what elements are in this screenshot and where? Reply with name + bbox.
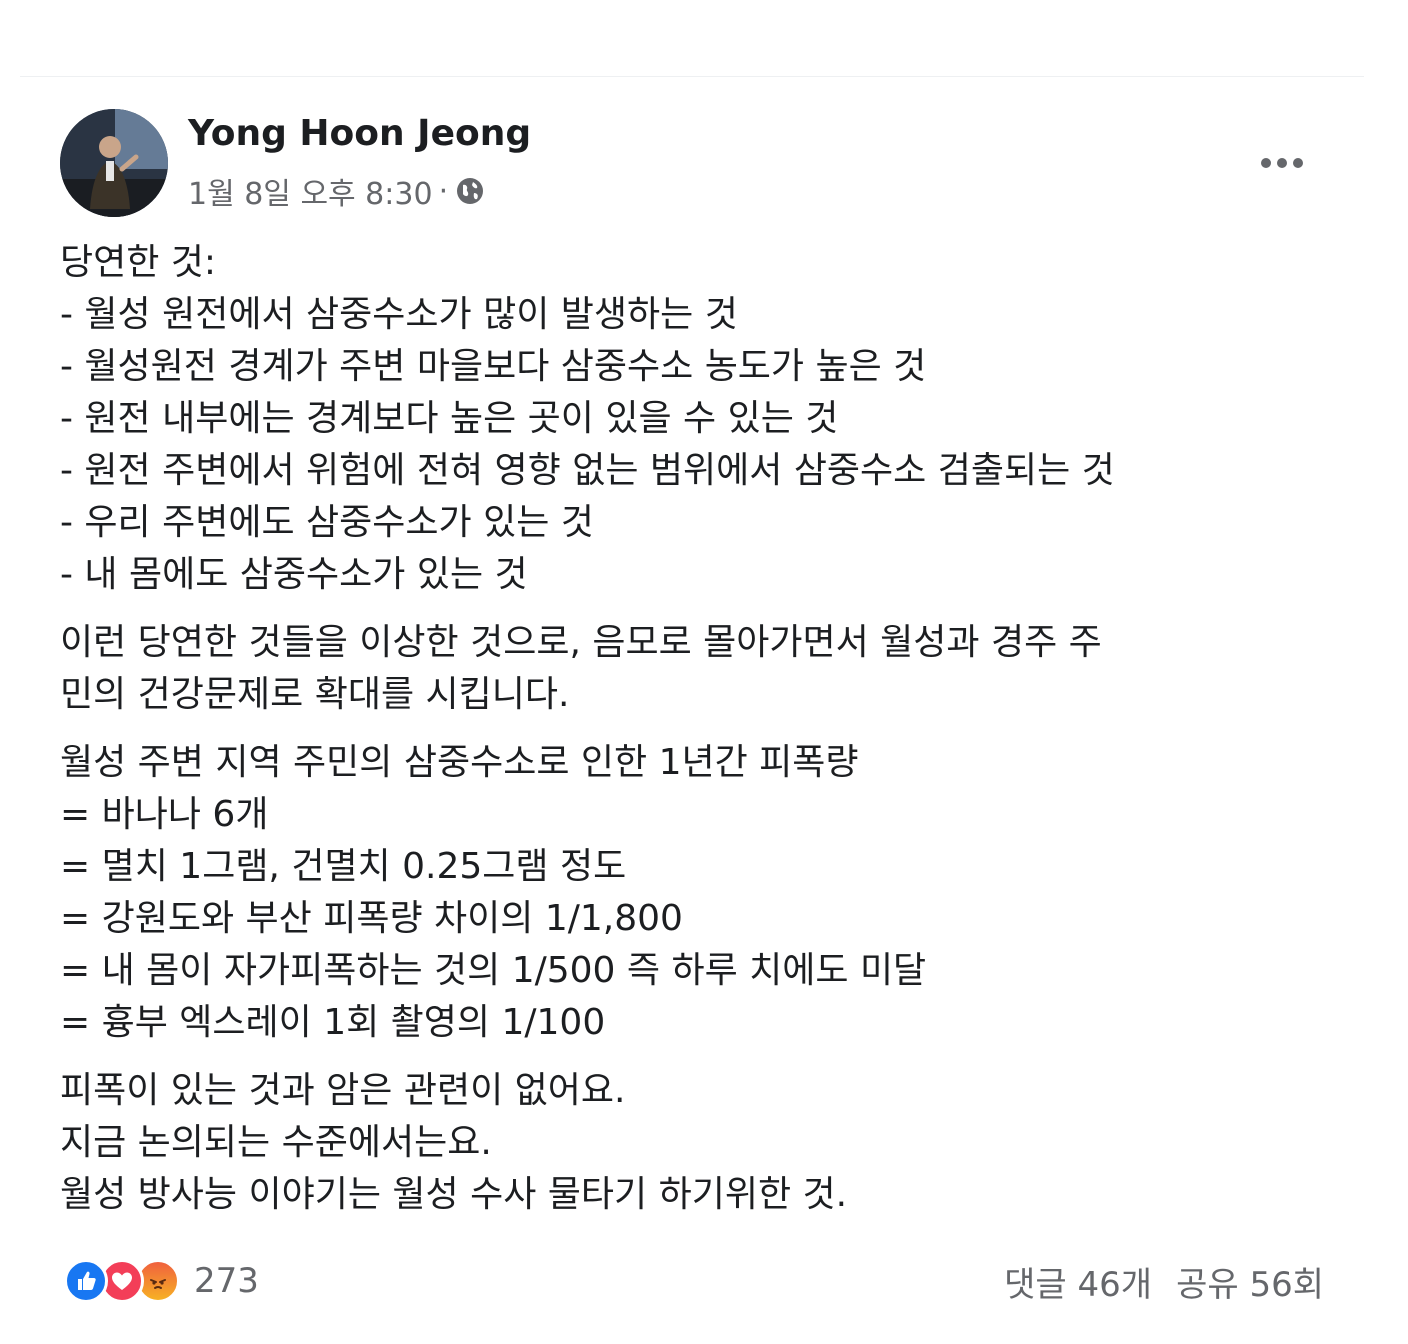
post-text-line: = 멸치 1그램, 건멸치 0.25그램 정도	[60, 846, 627, 887]
post-paragraph: 피폭이 있는 것과 암은 관련이 없어요. 지금 논의되는 수준에서는요. 월성 방…	[60, 1065, 1350, 1221]
post-text-line: 민의 건강문제로 확대를 시킵니다.	[60, 674, 570, 715]
post-header: Yong Hoon Jeong 1월 8일 오후 8:30 ·	[60, 109, 1330, 219]
post-text-line: - 월성원전 경계가 주변 마을보다 삼중수소 농도가 높은 것	[60, 346, 927, 387]
reactions-summary[interactable]: 273	[64, 1259, 259, 1303]
post-text-line: - 우리 주변에도 삼중수소가 있는 것	[60, 502, 594, 543]
post-text-line: 당연한 것:	[60, 242, 217, 283]
post-text-line: = 강원도와 부산 피폭량 차이의 1/1,800	[60, 898, 683, 939]
post-text-line: 월성 주변 지역 주민의 삼중수소로 인한 1년간 피폭량	[60, 742, 859, 783]
shares-count-link[interactable]: 공유 56회	[1176, 1257, 1324, 1306]
post-text-line: - 원전 주변에서 위험에 전혀 영향 없는 범위에서 삼중수소 검출되는 것	[60, 450, 1115, 491]
post-text-line: 지금 논의되는 수준에서는요.	[60, 1122, 492, 1163]
post-text-line: - 내 몸에도 삼중수소가 있는 것	[60, 554, 528, 595]
more-options-icon	[1261, 158, 1303, 168]
post-paragraph: 월성 주변 지역 주민의 삼중수소로 인한 1년간 피폭량 = 바나나 6개 = 멸…	[60, 737, 1350, 1049]
engagement-stats: 댓글 46개 공유 56회	[1004, 1257, 1324, 1306]
post-paragraph: 당연한 것: - 월성 원전에서 삼중수소가 많이 발생하는 것 - 월성원전 경계…	[60, 237, 1350, 601]
reaction-count: 273	[194, 1261, 259, 1301]
post-text-line: 월성 방사능 이야기는 월성 수사 물타기 하기위한 것.	[60, 1174, 848, 1215]
post-text-line: - 월성 원전에서 삼중수소가 많이 발생하는 것	[60, 294, 738, 335]
post-timestamp[interactable]: 1월 8일 오후 8:30	[188, 169, 433, 213]
like-icon	[64, 1259, 108, 1303]
post-text-line: 피폭이 있는 것과 암은 관련이 없어요.	[60, 1070, 626, 1111]
author-name[interactable]: Yong Hoon Jeong	[188, 113, 531, 154]
post-body: 당연한 것: - 월성 원전에서 삼중수소가 많이 발생하는 것 - 월성원전 경계…	[60, 237, 1350, 1237]
post-text-line: - 원전 내부에는 경계보다 높은 곳이 있을 수 있는 것	[60, 398, 839, 439]
avatar[interactable]	[60, 109, 168, 217]
post-meta: 1월 8일 오후 8:30 ·	[188, 169, 486, 213]
globe-icon[interactable]	[454, 175, 486, 207]
post-footer: 273 댓글 46개 공유 56회	[64, 1257, 1324, 1305]
post-text-line: = 바나나 6개	[60, 794, 269, 835]
post-text-line: 이런 당연한 것들을 이상한 것으로, 음모로 몰아가면서 월성과 경주 주	[60, 622, 1102, 663]
comments-count-link[interactable]: 댓글 46개	[1004, 1257, 1152, 1306]
post-text-line: = 흉부 엑스레이 1회 촬영의 1/100	[60, 1002, 606, 1043]
post-card: Yong Hoon Jeong 1월 8일 오후 8:30 · 당연한 것: - …	[20, 76, 1364, 1327]
meta-separator: ·	[438, 173, 449, 209]
post-text-line: = 내 몸이 자가피폭하는 것의 1/500 즉 하루 치에도 미달	[60, 950, 927, 991]
more-options-button[interactable]	[1254, 143, 1310, 183]
post-paragraph: 이런 당연한 것들을 이상한 것으로, 음모로 몰아가면서 월성과 경주 주민의…	[60, 617, 1350, 721]
